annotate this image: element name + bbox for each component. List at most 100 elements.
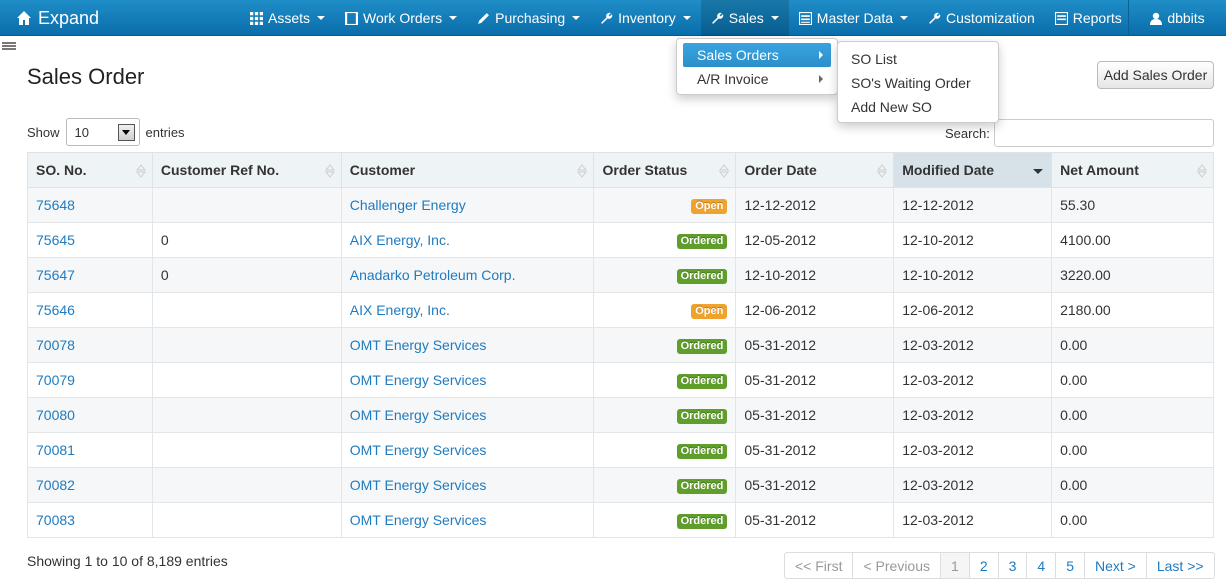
so-number-link[interactable]: 75647	[36, 267, 75, 283]
pagination: << First < Previous 1 2 3 4 5 Next > Las…	[784, 552, 1215, 579]
menu-item-label: Sales Orders	[697, 47, 779, 63]
menu-master-data[interactable]: Master Data	[789, 0, 918, 36]
wrench-icon	[711, 12, 723, 24]
menu-item-so-waiting-order[interactable]: SO's Waiting Order	[838, 71, 998, 95]
page-4-button[interactable]: 4	[1026, 553, 1055, 578]
so-number-link[interactable]: 75648	[36, 197, 75, 213]
so-number-link[interactable]: 70079	[36, 372, 75, 388]
sort-icon	[324, 164, 335, 178]
list-icon	[798, 11, 812, 25]
cell-customer: Anadarko Petroleum Corp.	[340, 257, 595, 293]
customer-link[interactable]: Anadarko Petroleum Corp.	[350, 267, 516, 283]
customer-link[interactable]: OMT Energy Services	[350, 407, 487, 423]
add-sales-order-button[interactable]: Add Sales Order	[1097, 61, 1214, 89]
col-label: Customer Ref No.	[160, 162, 280, 178]
menu-customization[interactable]: Customization	[918, 0, 1045, 36]
home-icon	[17, 11, 31, 25]
cell-net-amount: 0.00	[1051, 467, 1214, 503]
col-so-no[interactable]: SO. No.	[27, 152, 153, 188]
customer-link[interactable]: OMT Energy Services	[350, 477, 487, 493]
menu-item-so-list[interactable]: SO List	[838, 47, 998, 71]
cell-customer-ref	[151, 187, 342, 223]
customer-link[interactable]: AIX Energy, Inc.	[350, 302, 450, 318]
menu-inventory[interactable]: Inventory	[590, 0, 701, 36]
top-navbar: Expand Assets Work Orders Purchasing Inv…	[0, 0, 1226, 36]
so-number-link[interactable]: 75646	[36, 302, 75, 318]
col-order-date[interactable]: Order Date	[735, 152, 895, 188]
so-number-link[interactable]: 70080	[36, 407, 75, 423]
menu-item-add-new-so[interactable]: Add New SO	[838, 95, 998, 119]
menu-item-ar-invoice[interactable]: A/R Invoice	[683, 67, 831, 91]
so-number-link[interactable]: 70083	[36, 512, 75, 528]
user-name: dbbits	[1167, 10, 1205, 26]
page-length-select[interactable]: 10	[65, 118, 140, 146]
cell-customer: OMT Energy Services	[340, 467, 595, 503]
page-next-button[interactable]: Next >	[1084, 553, 1146, 578]
chevron-down-icon	[770, 16, 779, 20]
menu-purchasing[interactable]: Purchasing	[467, 0, 590, 36]
customer-link[interactable]: Challenger Energy	[350, 197, 466, 213]
sidebar-toggle-icon[interactable]	[2, 42, 16, 50]
table-row: 70083 OMT Energy Services Ordered 05-31-201…	[27, 502, 1214, 538]
cell-customer: AIX Energy, Inc.	[340, 222, 595, 258]
table-row: 70080 OMT Energy Services Ordered 05-31-201…	[27, 397, 1214, 433]
customer-link[interactable]: OMT Energy Services	[350, 372, 487, 388]
col-modified-date[interactable]: Modified Date	[893, 152, 1053, 188]
cell-so-no: 70078	[27, 327, 153, 363]
cell-customer-ref: 0	[151, 222, 342, 258]
customer-link[interactable]: OMT Energy Services	[350, 512, 487, 528]
cell-order-status: Ordered	[593, 222, 737, 258]
page-1-button[interactable]: 1	[940, 553, 969, 578]
sort-icon	[577, 164, 588, 178]
table-row: 70078 OMT Energy Services Ordered 05-31-201…	[27, 327, 1214, 363]
cell-modified-date: 12-10-2012	[893, 222, 1053, 258]
menu-reports[interactable]: Reports	[1045, 0, 1132, 36]
brand-link[interactable]: Expand	[16, 0, 99, 36]
cell-so-no: 75646	[27, 292, 153, 328]
so-number-link[interactable]: 70082	[36, 477, 75, 493]
menu-item-sales-orders[interactable]: Sales Orders	[683, 43, 831, 67]
page-2-button[interactable]: 2	[968, 553, 998, 578]
cell-modified-date: 12-03-2012	[893, 362, 1053, 398]
menu-master-data-label: Master Data	[816, 10, 894, 26]
page-first-button[interactable]: << First	[785, 553, 852, 578]
page-previous-button[interactable]: < Previous	[852, 553, 940, 578]
col-order-status[interactable]: Order Status	[593, 152, 737, 188]
page-5-button[interactable]: 5	[1055, 553, 1084, 578]
customer-link[interactable]: OMT Energy Services	[350, 337, 487, 353]
cell-modified-date: 12-12-2012	[893, 187, 1053, 223]
cell-modified-date: 12-10-2012	[893, 257, 1053, 293]
col-label: Customer	[349, 162, 416, 178]
menu-customization-label: Customization	[946, 10, 1035, 26]
so-number-link[interactable]: 75645	[36, 232, 75, 248]
so-number-link[interactable]: 70078	[36, 337, 75, 353]
chevron-down-icon	[572, 16, 581, 20]
menu-assets[interactable]: Assets	[240, 0, 335, 36]
user-menu[interactable]: dbbits	[1128, 0, 1226, 36]
menu-work-orders[interactable]: Work Orders	[335, 0, 467, 36]
cell-customer: OMT Energy Services	[340, 362, 595, 398]
sales-orders-submenu: SO List SO's Waiting Order Add New SO	[837, 41, 999, 123]
customer-link[interactable]: OMT Energy Services	[350, 442, 487, 458]
cell-net-amount: 0.00	[1051, 362, 1214, 398]
col-customer-ref[interactable]: Customer Ref No.	[151, 152, 342, 188]
chevron-down-icon	[682, 16, 691, 20]
search-input[interactable]	[993, 119, 1214, 147]
table-row: 70079 OMT Energy Services Ordered 05-31-201…	[27, 362, 1214, 398]
status-badge: Ordered	[676, 479, 728, 494]
customer-link[interactable]: AIX Energy, Inc.	[350, 232, 450, 248]
search-label: Search:	[945, 125, 990, 141]
page-3-button[interactable]: 3	[997, 553, 1027, 578]
so-number-link[interactable]: 70081	[36, 442, 75, 458]
cell-customer: OMT Energy Services	[340, 432, 595, 468]
col-label: Modified Date	[902, 162, 994, 178]
table-row: 75648 Challenger Energy Open 12-12-2012 12-1…	[27, 187, 1214, 223]
col-customer[interactable]: Customer	[340, 152, 595, 188]
table-info: Showing 1 to 10 of 8,189 entries	[27, 553, 228, 569]
cell-net-amount: 0.00	[1051, 327, 1214, 363]
cell-order-date: 05-31-2012	[735, 502, 895, 538]
page-last-button[interactable]: Last >>	[1145, 553, 1214, 578]
menu-sales[interactable]: Sales	[700, 0, 789, 36]
col-label: Net Amount	[1060, 162, 1139, 178]
col-net-amount[interactable]: Net Amount	[1051, 152, 1214, 188]
